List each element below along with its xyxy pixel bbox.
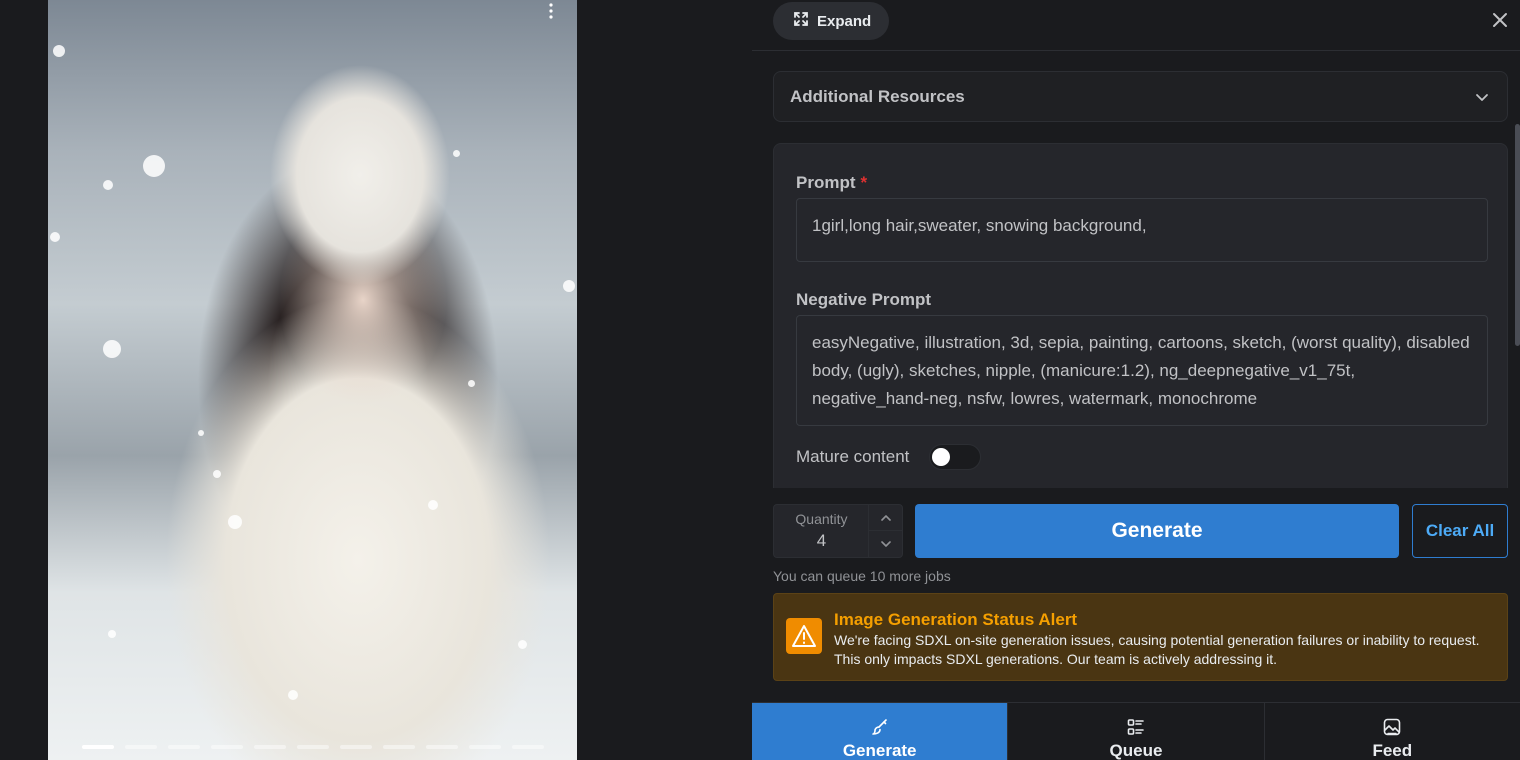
list-icon — [1126, 717, 1146, 737]
carousel-dot[interactable] — [211, 745, 243, 749]
image-preview[interactable] — [48, 0, 577, 760]
chevron-down-icon[interactable] — [869, 531, 902, 557]
snowflake — [228, 515, 242, 529]
mature-content-row: Mature content — [796, 444, 982, 470]
tab-queue[interactable]: Queue — [1008, 703, 1265, 760]
snowflake — [468, 380, 475, 387]
tab-label: Generate — [842, 741, 917, 760]
quantity-value[interactable]: 4 — [774, 531, 869, 551]
status-alert: Image Generation Status Alert We're faci… — [773, 593, 1508, 681]
carousel-dot[interactable] — [297, 745, 329, 749]
more-options-icon[interactable] — [546, 2, 556, 20]
carousel-dot[interactable] — [82, 745, 114, 749]
snowflake — [198, 430, 204, 436]
bottom-nav: Generate Queue Feed — [752, 702, 1520, 760]
scrollbar[interactable] — [1515, 124, 1520, 346]
snowflake — [453, 150, 460, 157]
accordion-title: Additional Resources — [790, 86, 965, 106]
carousel-dot[interactable] — [340, 745, 372, 749]
warning-icon — [786, 618, 822, 654]
expand-button[interactable]: Expand — [773, 2, 889, 40]
negative-prompt-input[interactable]: easyNegative, illustration, 3d, sepia, p… — [796, 315, 1488, 426]
tab-label: Queue — [1109, 741, 1163, 760]
prompt-label: Prompt * — [796, 173, 867, 193]
chevron-up-icon[interactable] — [869, 505, 902, 531]
snowflake — [108, 630, 116, 638]
expand-arrows-icon — [793, 11, 809, 31]
required-marker: * — [860, 173, 868, 192]
tab-label: Feed — [1372, 741, 1413, 760]
carousel-dot[interactable] — [168, 745, 200, 749]
clear-all-button[interactable]: Clear All — [1412, 504, 1508, 558]
prompt-form: Prompt * 1girl,long hair,sweater, snowing… — [773, 143, 1508, 488]
prompt-input[interactable]: 1girl,long hair,sweater, snowing backgro… — [796, 198, 1488, 262]
quantity-controls — [868, 505, 902, 557]
prompt-label-text: Prompt — [796, 173, 856, 192]
alert-title: Image Generation Status Alert — [834, 610, 1078, 629]
quantity-label: Quantity — [795, 511, 848, 527]
brush-icon — [870, 717, 890, 737]
queue-note: You can queue 10 more jobs — [773, 568, 951, 584]
carousel-dot[interactable] — [383, 745, 415, 749]
tab-feed[interactable]: Feed — [1264, 703, 1520, 760]
snowflake — [50, 232, 60, 242]
snowflake — [53, 45, 65, 57]
tab-generate[interactable]: Generate — [752, 703, 1009, 760]
carousel-dot[interactable] — [469, 745, 501, 749]
mature-content-label: Mature content — [796, 447, 910, 466]
panel-header: Expand — [752, 0, 1520, 51]
negative-prompt-label: Negative Prompt — [796, 290, 932, 309]
carousel-dot[interactable] — [426, 745, 458, 749]
carousel-dot[interactable] — [125, 745, 157, 749]
snowflake — [288, 690, 298, 700]
snowflake — [143, 155, 165, 177]
generation-panel: Expand Additional Resources Prompt * 1gir… — [752, 0, 1520, 760]
generate-button[interactable]: Generate — [915, 504, 1399, 558]
chevron-down-icon — [1475, 90, 1489, 104]
snowflake — [213, 470, 221, 478]
image-feed-icon — [1382, 717, 1402, 737]
quantity-stepper[interactable]: Quantity 4 — [773, 504, 903, 558]
snowflake — [518, 640, 527, 649]
carousel-indicator[interactable] — [82, 745, 544, 749]
expand-label: Expand — [817, 12, 872, 30]
toggle-knob — [932, 448, 951, 466]
close-icon[interactable] — [1490, 10, 1510, 30]
snowflake — [103, 180, 113, 190]
snowflake — [103, 340, 121, 358]
alert-body: We're facing SDXL on-site generation iss… — [834, 632, 1480, 667]
mature-content-toggle[interactable] — [929, 444, 982, 470]
carousel-dot[interactable] — [254, 745, 286, 749]
snowflake — [563, 280, 575, 292]
carousel-dot[interactable] — [512, 745, 544, 749]
additional-resources-accordion[interactable]: Additional Resources — [773, 71, 1508, 122]
snowflake — [428, 500, 438, 510]
